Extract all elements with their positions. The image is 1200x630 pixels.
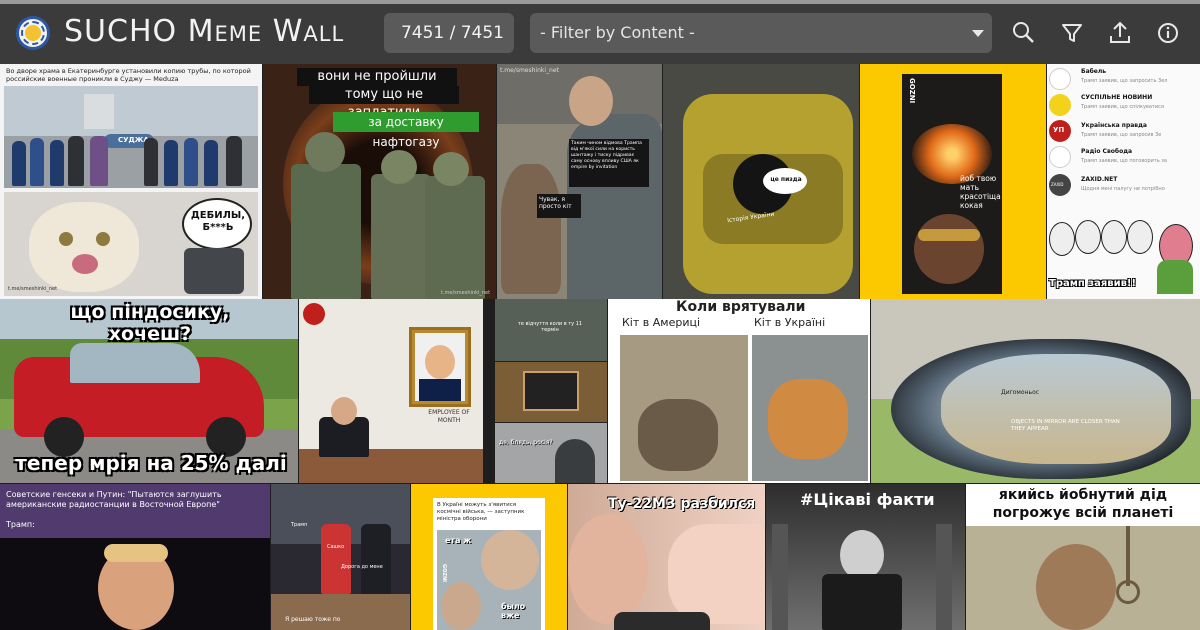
meme-tile-9[interactable]: те відчуття коли в ту 11 термін де, бляд… <box>495 299 607 483</box>
speech-bubble-cat: Чувак, я просто кіт <box>539 196 572 210</box>
meme-tile-1[interactable]: Во дворе храма в Екатеринбурге установил… <box>0 64 262 299</box>
floating-toolbar[interactable] <box>614 612 710 630</box>
label-1: Трамп <box>291 522 308 528</box>
meme-tile-6[interactable]: УП ZAXID Бабель Трамп заявив, що запроси… <box>1047 64 1200 299</box>
meme-text: йоб твою мать красотіща кокая <box>960 174 1001 210</box>
badge-up: УП <box>1053 126 1065 134</box>
info-icon[interactable] <box>1153 18 1183 48</box>
meme-tile-13[interactable]: Трамп Сашко Дорога до мене Я решаю тоже … <box>271 484 410 630</box>
frame-text-2: де, блядь, росія? <box>499 439 553 446</box>
right-label: Кіт в Україні <box>754 316 826 329</box>
church-photo: СУДЖА <box>4 86 258 188</box>
frame-caption: EMPLOYEE OF MONTH <box>428 409 470 424</box>
top-bar: SUCHO Meme Wall 7451 / 7451 - Filter by … <box>0 0 1200 64</box>
speech-bubble-man: Таким чином відмова Трампа від м'якої си… <box>571 141 642 170</box>
meme-tile-14[interactable]: В Україні можуть з'явитися космічні війс… <box>411 484 567 630</box>
label-3: Дорога до мене <box>341 564 383 570</box>
news-name-4: Радіо Свобода <box>1081 148 1133 155</box>
meme-counter[interactable]: 7451 / 7451 <box>384 13 514 53</box>
footer-text: Я решаю тоже по <box>285 616 341 623</box>
filter-selected-value: - Filter by Content - <box>540 23 695 42</box>
upload-icon[interactable] <box>1105 18 1135 48</box>
meme-tile-15[interactable]: Ту-22М3 разбился <box>568 484 765 630</box>
cat-screaming-photo: ДЕБИЛЫ, Б***Ь t.me/smeshinki_net <box>4 192 258 296</box>
speech-2: было вже <box>501 602 526 620</box>
meme-subcaption: Трамп: <box>6 520 35 529</box>
news-text-4: Трамп заявив, що поговорить за <box>1081 158 1167 164</box>
news-name-3: Українська правда <box>1081 122 1147 129</box>
mirror-label: Дигомоньос <box>1001 389 1040 396</box>
meme-caption: Ту-22М3 разбился <box>608 496 756 512</box>
meme-tile-8[interactable]: EMPLOYEE OF MONTH <box>299 299 483 483</box>
left-label: Кіт в Америці <box>622 316 701 329</box>
meme-tile-2[interactable]: вони не пройшли тому що не заплатили за … <box>263 64 496 299</box>
meme-tile-11[interactable]: Дигомоньос OBJECTS IN MIRROR ARE CLOSER … <box>871 299 1200 483</box>
meme-tile-10[interactable]: Коли врятували Кіт в Америці Кіт в Украї… <box>608 299 870 483</box>
meme-bottom-text: тепер мрія на 25% далі <box>15 451 287 475</box>
mirror-warning: OBJECTS IN MIRROR ARE CLOSER THAN THEY A… <box>1011 419 1120 432</box>
meme-tile-16[interactable]: #Цікаві факти <box>766 484 965 630</box>
filter-icon[interactable] <box>1057 18 1087 48</box>
meme-tile-7[interactable]: що піндосику, хочеш? тепер мрія на 25% д… <box>0 299 298 483</box>
news-name-1: Бабель <box>1081 68 1107 75</box>
news-name-5: ZAXID.NET <box>1081 176 1118 183</box>
meme-tile-5[interactable]: GOZNI йоб твою мать красотіща кокая <box>860 64 1046 299</box>
app-title: SUCHO Meme Wall <box>64 14 345 49</box>
meme-caption: В Україні можуть з'явитися космічні війс… <box>437 502 525 522</box>
meme-tile-17[interactable]: якийсь йобнутий дід погрожує всій планет… <box>966 484 1200 630</box>
logo-text: GOZNI <box>908 78 916 104</box>
meme-top-text: що піндосику, хочеш? <box>70 301 230 345</box>
logo-text: GOZNI <box>441 564 447 583</box>
speech-1: ета ж <box>445 536 472 545</box>
caption-line-2: тому що не заплатили <box>309 86 459 120</box>
meme-caption: Советские генсеки и Путин: "Пытаются заг… <box>6 490 222 509</box>
news-text-3: Трамп заявив, що запросив Зе <box>1081 132 1162 138</box>
filter-by-content-select[interactable]: - Filter by Content - <box>530 13 992 53</box>
meme-tile-4[interactable]: це пизда Історія України <box>663 64 859 299</box>
logo-sunflower <box>25 25 41 41</box>
meme-caption: Трамп заявив!! <box>1049 278 1137 289</box>
caption-line-3: за доставку нафтогазу <box>333 112 479 149</box>
meme-tile-12[interactable]: Советские генсеки и Путин: "Пытаются заг… <box>0 484 270 630</box>
frame-text-1: те відчуття коли в ту 11 термін <box>517 321 583 333</box>
meme-caption: Во дворе храма в Екатеринбурге установил… <box>6 67 251 83</box>
meme-caption: #Цікаві факти <box>800 490 935 509</box>
source-url: t.me/smeshinki_net <box>500 67 559 74</box>
meme-title: Коли врятували <box>676 299 806 315</box>
search-icon[interactable] <box>1009 18 1039 48</box>
news-text-1: Трамп заявив, що запросить Зел <box>1081 78 1168 84</box>
chevron-down-icon <box>972 30 984 37</box>
news-text-2: Трамп заявив, що спілкуватися <box>1081 104 1164 110</box>
meme-caption: якийсь йобнутий дід погрожує всій планет… <box>992 487 1174 521</box>
label-2: Сашко <box>327 544 345 550</box>
speech-bubble: це пизда <box>770 176 802 183</box>
meme-tile-3[interactable]: t.me/smeshinki_net Таким чином відмова Т… <box>497 64 662 299</box>
badge-zaxid: ZAXID <box>1051 182 1064 187</box>
sucho-logo-icon[interactable] <box>16 16 50 50</box>
news-name-2: СУСПІЛЬНЕ НОВИНИ <box>1081 94 1153 101</box>
caption-line-1: вони не пройшли <box>297 68 457 86</box>
speech-bubble: ДЕБИЛЫ, Б***Ь <box>190 210 246 233</box>
watermark: t.me/smeshinki_net <box>441 290 491 296</box>
news-text-5: Щодня мені палугу не потрібно <box>1081 186 1165 192</box>
watermark: t.me/smeshinki_net <box>8 286 58 292</box>
